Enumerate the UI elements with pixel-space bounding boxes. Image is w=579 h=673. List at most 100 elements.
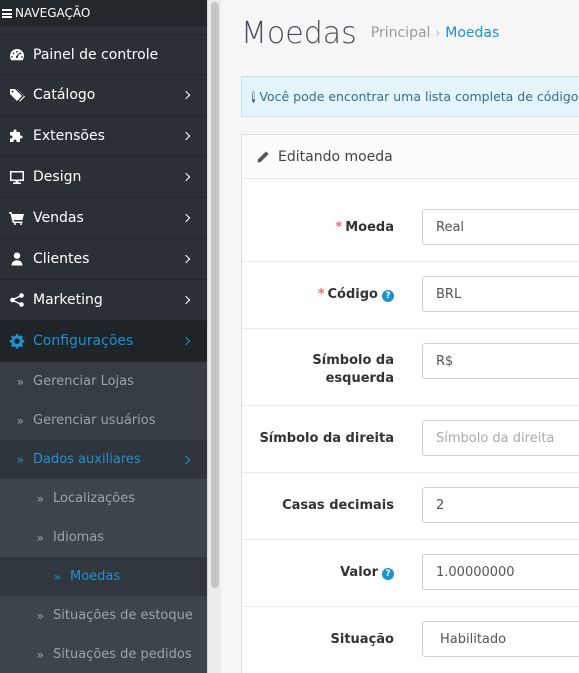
info-alert: i Você pode encontrar uma lista completa… bbox=[241, 76, 579, 117]
sidebar-sub2-idiomas[interactable]: » Idiomas bbox=[0, 518, 207, 557]
sidebar-sub2-label: Idiomas bbox=[53, 530, 105, 545]
form-row-valor: Valor? 1.00000000 bbox=[242, 540, 579, 607]
info-circle-icon: i bbox=[252, 90, 256, 103]
form-row-codigo: * Código? BRL bbox=[242, 262, 579, 329]
field-label-situacao: Situação bbox=[330, 632, 394, 647]
chevron-right-icon bbox=[181, 455, 191, 464]
simbolo-esquerda-input[interactable]: R$ bbox=[422, 343, 579, 379]
sidebar-item-label: Extensões bbox=[33, 128, 105, 144]
codigo-input[interactable]: BRL bbox=[422, 276, 579, 312]
simbolo-direita-input[interactable]: Símbolo da direita bbox=[422, 420, 579, 456]
field-label-casas-decimais: Casas decimais bbox=[282, 498, 394, 513]
sidebar-item-label: Configurações bbox=[33, 333, 134, 349]
puzzle-icon bbox=[0, 128, 33, 144]
chevron-right-icon bbox=[181, 213, 191, 223]
sidebar-sub2-label: Situações de estoque bbox=[53, 608, 193, 623]
valor-input[interactable]: 1.00000000 bbox=[422, 554, 579, 590]
dashboard-icon bbox=[0, 47, 33, 63]
form-row-casas-decimais: Casas decimais 2 bbox=[242, 473, 579, 540]
user-icon bbox=[0, 251, 33, 267]
sidebar-sub-gerenciar-usuarios[interactable]: » Gerenciar usuários bbox=[0, 401, 207, 440]
form-row-simbolo-esquerda: Símbolo da esquerda R$ bbox=[242, 329, 579, 406]
form-row-moeda: * Moeda Real bbox=[242, 195, 579, 262]
cart-icon bbox=[0, 210, 33, 226]
main-content: Moedas Principal › Moedas i Você pode enco… bbox=[221, 0, 579, 673]
sidebar-item-vendas[interactable]: Vendas bbox=[0, 198, 207, 239]
page-title: Moedas bbox=[241, 15, 357, 51]
sidebar-item-label: Catálogo bbox=[33, 87, 96, 103]
sidebar: NAVEGAÇÃO Painel de controle Catálogo Ex… bbox=[0, 0, 207, 673]
sidebar-sub-label: Gerenciar Lojas bbox=[33, 374, 134, 389]
breadcrumb-current[interactable]: Moedas bbox=[445, 25, 499, 41]
share-icon bbox=[0, 292, 33, 308]
sidebar-item-label: Painel de controle bbox=[33, 46, 159, 63]
nav-header-label: NAVEGAÇÃO bbox=[15, 6, 91, 20]
nav-header[interactable]: NAVEGAÇÃO bbox=[0, 0, 207, 26]
required-asterisk: * bbox=[335, 220, 343, 235]
sidebar-sub-gerenciar-lojas[interactable]: » Gerenciar Lojas bbox=[0, 362, 207, 401]
required-asterisk: * bbox=[317, 287, 325, 302]
double-chevron-icon: » bbox=[36, 530, 44, 545]
form-row-situacao: Situação Habilitado bbox=[242, 607, 579, 673]
breadcrumb: Principal › Moedas bbox=[371, 25, 500, 41]
sidebar-item-label: Clientes bbox=[33, 251, 90, 267]
double-chevron-icon: » bbox=[36, 647, 44, 662]
casas-decimais-input[interactable]: 2 bbox=[422, 487, 579, 523]
chevron-right-icon bbox=[181, 131, 191, 141]
chevron-right-icon bbox=[181, 172, 191, 182]
breadcrumb-separator-icon: › bbox=[435, 26, 441, 40]
sidebar-sub2-label: Situações de pedidos bbox=[53, 647, 192, 662]
chevron-right-icon bbox=[181, 90, 191, 100]
breadcrumb-home[interactable]: Principal bbox=[371, 25, 431, 41]
field-label-codigo: * Código? bbox=[318, 286, 394, 304]
sidebar-sub-label: Dados auxiliares bbox=[33, 452, 141, 467]
sidebar-sub-dados-auxiliares[interactable]: » Dados auxiliares bbox=[0, 440, 207, 479]
situacao-select[interactable]: Habilitado bbox=[422, 621, 579, 657]
panel-heading-label: Editando moeda bbox=[278, 148, 393, 165]
sidebar-item-painel[interactable]: Painel de controle bbox=[0, 34, 207, 75]
double-chevron-icon: » bbox=[16, 374, 24, 389]
scrollbar-thumb[interactable] bbox=[211, 2, 219, 588]
chevron-right-icon bbox=[181, 295, 191, 305]
sidebar-sub2-situacoes-estoque[interactable]: » Situações de estoque bbox=[0, 596, 207, 635]
sidebar-item-marketing[interactable]: Marketing bbox=[0, 280, 207, 321]
field-label-simbolo-esquerda: Símbolo da esquerda bbox=[312, 353, 394, 386]
double-chevron-icon: » bbox=[16, 413, 24, 428]
double-chevron-icon: » bbox=[53, 569, 61, 584]
sidebar-sub2-situacoes-pedidos[interactable]: » Situações de pedidos bbox=[0, 635, 207, 673]
sidebar-item-label: Design bbox=[33, 169, 82, 185]
tags-icon bbox=[0, 87, 33, 103]
monitor-icon bbox=[0, 169, 33, 185]
sidebar-item-catalogo[interactable]: Catálogo bbox=[0, 75, 207, 116]
sidebar-item-configuracoes[interactable]: Configurações bbox=[0, 321, 207, 362]
hamburger-icon bbox=[2, 8, 12, 18]
sidebar-item-extensoes[interactable]: Extensões bbox=[0, 116, 207, 157]
edit-panel: Editando moeda * Moeda Real * Código? BRL … bbox=[241, 134, 579, 673]
page-header: Moedas Principal › Moedas bbox=[221, 0, 579, 66]
sidebar-item-label: Vendas bbox=[33, 210, 84, 226]
field-label-moeda: * Moeda bbox=[335, 220, 394, 235]
sidebar-sub2-localizacoes[interactable]: » Localizações bbox=[0, 479, 207, 518]
pencil-icon bbox=[257, 150, 269, 162]
double-chevron-icon: » bbox=[36, 608, 44, 623]
help-icon[interactable]: ? bbox=[382, 568, 394, 580]
field-label-valor: Valor? bbox=[340, 564, 394, 582]
panel-heading: Editando moeda bbox=[242, 135, 579, 179]
moeda-input[interactable]: Real bbox=[422, 209, 579, 245]
form-row-simbolo-direita: Símbolo da direita Símbolo da direita bbox=[242, 406, 579, 473]
sidebar-sub-label: Gerenciar usuários bbox=[33, 413, 156, 428]
double-chevron-icon: » bbox=[36, 491, 44, 506]
sidebar-item-label: Marketing bbox=[33, 292, 103, 308]
chevron-right-icon bbox=[181, 336, 191, 346]
sidebar-item-design[interactable]: Design bbox=[0, 157, 207, 198]
sidebar-item-clientes[interactable]: Clientes bbox=[0, 239, 207, 280]
sidebar-scrollbar[interactable] bbox=[207, 0, 221, 673]
chevron-right-icon bbox=[181, 254, 191, 264]
double-chevron-icon: » bbox=[16, 452, 24, 467]
help-icon[interactable]: ? bbox=[382, 290, 394, 302]
cog-icon bbox=[0, 333, 33, 349]
info-alert-text: Você pode encontrar uma lista completa d… bbox=[259, 89, 579, 104]
sidebar-sub2-moedas[interactable]: » Moedas bbox=[0, 557, 207, 596]
field-label-simbolo-direita: Símbolo da direita bbox=[259, 431, 394, 446]
sidebar-sub2-label: Localizações bbox=[53, 491, 135, 506]
